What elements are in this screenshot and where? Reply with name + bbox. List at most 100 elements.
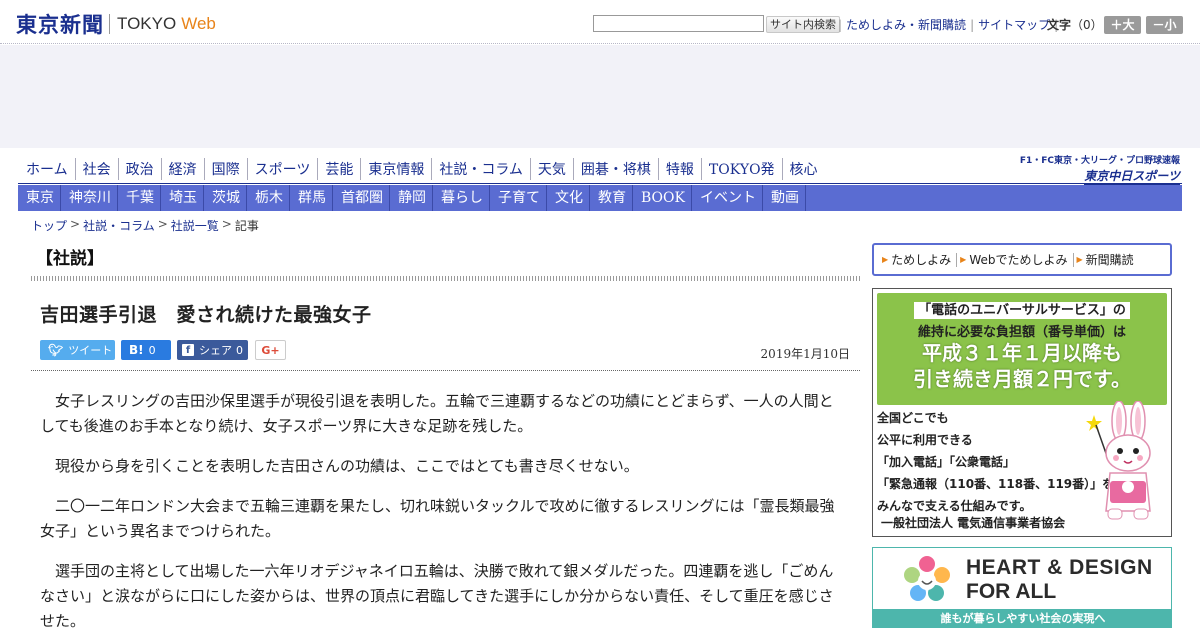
nav-item-world[interactable]: 国際 <box>205 158 248 180</box>
ad-heart-tagline: 誰もが暮らしやすい社会の実現へ <box>873 609 1171 627</box>
font-size-text: 文字 <box>1047 18 1072 32</box>
region-item-tochigi[interactable]: 栃木 <box>247 185 290 211</box>
tweet-label: ツイート <box>68 344 113 357</box>
ad-headline-block: 「電話のユニバーサルサービス」の 維持に必要な負担額（番号単価）は 平成３１年１… <box>877 293 1167 405</box>
google-plus-button[interactable]: G+ <box>255 340 286 360</box>
site-search-button[interactable]: サイト内検索 <box>766 16 840 33</box>
breadcrumb-sep: > <box>157 217 168 231</box>
breadcrumb-editorial[interactable]: 社説・コラム <box>83 217 155 234</box>
triangle-right-icon: ▶ <box>960 255 967 264</box>
kicker-divider <box>31 276 860 281</box>
flower-logo-icon <box>904 556 950 601</box>
link-trial-subscribe[interactable]: ためしよみ・新聞購読 <box>846 16 966 33</box>
nav-item-politics[interactable]: 政治 <box>119 158 162 180</box>
universal-service-ad[interactable]: 「電話のユニバーサルサービス」の 維持に必要な負担額（番号単価）は 平成３１年１… <box>872 288 1172 537</box>
logo-divider <box>109 14 110 34</box>
region-item-shutoken[interactable]: 首都圏 <box>333 185 390 211</box>
region-item-saitama[interactable]: 埼玉 <box>161 185 204 211</box>
region-item-event[interactable]: イベント <box>692 185 763 211</box>
nav-item-tokyo-hatsu[interactable]: TOKYO発 <box>702 158 783 180</box>
heart-design-ad[interactable]: HEART & DESIGN FOR ALL 誰もが暮らしやすい社会の実現へ <box>872 547 1172 628</box>
chunichi-logo: 東京中日スポーツ <box>1016 167 1180 185</box>
region-item-kanagawa[interactable]: 神奈川 <box>61 185 118 211</box>
region-item-living[interactable]: 暮らし <box>433 185 490 211</box>
twitter-icon: 🐦︎ <box>48 343 64 357</box>
ad-line: 維持に必要な負担額（番号単価）は <box>917 325 1126 340</box>
region-item-book[interactable]: BOOK <box>633 185 692 211</box>
nav-divider <box>18 183 1182 184</box>
region-item-gunma[interactable]: 群馬 <box>290 185 333 211</box>
fb-share-label: シェア <box>199 344 232 357</box>
font-size-value: （0） <box>1071 18 1103 32</box>
chunichi-tagline: F1・FC東京・大リーグ・プロ野球速報 <box>1019 156 1180 166</box>
triangle-right-icon: ▶ <box>1076 255 1083 264</box>
link-divider: | <box>838 17 843 32</box>
ad-line-text: 「電話のユニバーサルサービス」の <box>914 302 1130 319</box>
article-paragraph: 現役から身を引くことを表明した吉田さんの功績は、ここではとても書き尽くせない。 <box>55 457 639 475</box>
region-item-chiba[interactable]: 千葉 <box>118 185 161 211</box>
article-kicker: 【社説】 <box>36 249 104 269</box>
article-paragraph: 女子レスリングの吉田沙保里選手が現役引退を表明した。五輪で三連覇するなどの功績に… <box>40 392 834 435</box>
article-paragraph: 選手団の主将として出場した一六年リオデジャネイロ五輪は、決勝で敗れて銀メダルだっ… <box>40 562 834 630</box>
logo-en: TOKYO <box>117 14 177 33</box>
nav-item-tokyo-info[interactable]: 東京情報 <box>361 158 433 180</box>
region-item-parenting[interactable]: 子育て <box>490 185 547 211</box>
ad-headline: 引き続き月額２円です。 <box>913 367 1131 391</box>
ad-headline: 平成３１年１月以降も <box>922 341 1122 365</box>
breadcrumb-current: 記事 <box>234 219 259 233</box>
site-header: 東京新聞 TOKYO Web サイト内検索 | ためしよみ・新聞購読 | サイト… <box>0 0 1200 44</box>
top-links: | ためしよみ・新聞購読 | サイトマップ | <box>834 16 1062 33</box>
sub-link-trial[interactable]: ▶ ためしよみ <box>879 252 958 267</box>
ad-heart-subtitle: FOR ALL <box>966 580 1057 603</box>
ad-organization: 一般社団法人 電気通信事業者協会 <box>881 516 1066 530</box>
top-ad-space <box>0 45 1200 148</box>
breadcrumb-sep: > <box>70 217 81 231</box>
nav-item-sports[interactable]: スポーツ <box>248 158 319 180</box>
breadcrumb-editorial-list[interactable]: 社説一覧 <box>171 217 219 234</box>
region-nav: 東京 神奈川 千葉 埼玉 茨城 栃木 群馬 首都圏 静岡 暮らし 子育て 文化 … <box>18 185 1182 211</box>
facebook-share-button[interactable]: f シェア 0 <box>177 340 248 360</box>
logo-jp: 東京新聞 <box>16 12 104 37</box>
link-sitemap[interactable]: サイトマップ <box>978 16 1050 33</box>
tweet-button[interactable]: 🐦︎ ツイート <box>40 340 115 360</box>
region-item-shizuoka[interactable]: 静岡 <box>390 185 433 211</box>
facebook-icon: f <box>182 344 194 356</box>
fb-share-count: 0 <box>236 343 243 357</box>
nav-item-economy[interactable]: 経済 <box>162 158 205 180</box>
rabbit-mascot-icon <box>1086 401 1151 520</box>
region-item-tokyo[interactable]: 東京 <box>18 185 61 211</box>
hatena-icon: B! <box>129 343 144 357</box>
sub-link-label: Webでためしよみ <box>969 253 1068 267</box>
article-date: 2019年1月10日 <box>760 347 850 361</box>
sub-link-label: ためしよみ <box>891 253 952 267</box>
region-item-culture[interactable]: 文化 <box>547 185 590 211</box>
breadcrumb-top[interactable]: トップ <box>31 217 67 234</box>
nav-item-home[interactable]: ホーム <box>18 158 76 180</box>
nav-item-special[interactable]: 特報 <box>659 158 702 180</box>
article-title: 吉田選手引退 愛され続けた最強女子 <box>40 304 372 326</box>
site-logo[interactable]: 東京新聞 TOKYO Web <box>16 9 216 39</box>
sub-link-subscribe[interactable]: ▶ 新聞購読 <box>1074 253 1139 267</box>
chunichi-sports-banner[interactable]: F1・FC東京・大リーグ・プロ野球速報 東京中日スポーツ <box>1016 153 1180 185</box>
region-item-video[interactable]: 動画 <box>763 185 806 211</box>
logo-web: Web <box>181 14 216 33</box>
ad-heart-title: HEART & DESIGN <box>966 556 1153 579</box>
nav-item-go-shogi[interactable]: 囲碁・将棋 <box>574 158 659 180</box>
breadcrumb-sep: > <box>221 217 232 231</box>
region-item-education[interactable]: 教育 <box>590 185 633 211</box>
search-input[interactable] <box>593 15 764 32</box>
nav-item-editorial[interactable]: 社説・コラム <box>432 158 531 180</box>
font-bigger-button[interactable]: ＋大 <box>1104 16 1141 34</box>
nav-item-core[interactable]: 核心 <box>783 158 825 180</box>
region-item-ibaraki[interactable]: 茨城 <box>204 185 247 211</box>
nav-item-society[interactable]: 社会 <box>76 158 119 180</box>
article-paragraph: 二〇一二年ロンドン大会まで五輪三連覇を果たし、切れ味鋭いタックルで攻めに徹するレ… <box>40 497 835 540</box>
nav-item-weather[interactable]: 天気 <box>531 158 574 180</box>
font-smaller-button[interactable]: －小 <box>1146 16 1183 34</box>
sub-link-web-trial[interactable]: ▶ Webでためしよみ <box>957 252 1074 267</box>
ad-line: 「電話のユニバーサルサービス」の <box>877 299 1167 319</box>
triangle-right-icon: ▶ <box>882 255 889 264</box>
nav-item-entertainment[interactable]: 芸能 <box>318 158 362 180</box>
hatena-bookmark-button[interactable]: B! 0 <box>121 340 171 360</box>
breadcrumb: トップ > 社説・コラム > 社説一覧 > 記事 <box>31 217 259 234</box>
